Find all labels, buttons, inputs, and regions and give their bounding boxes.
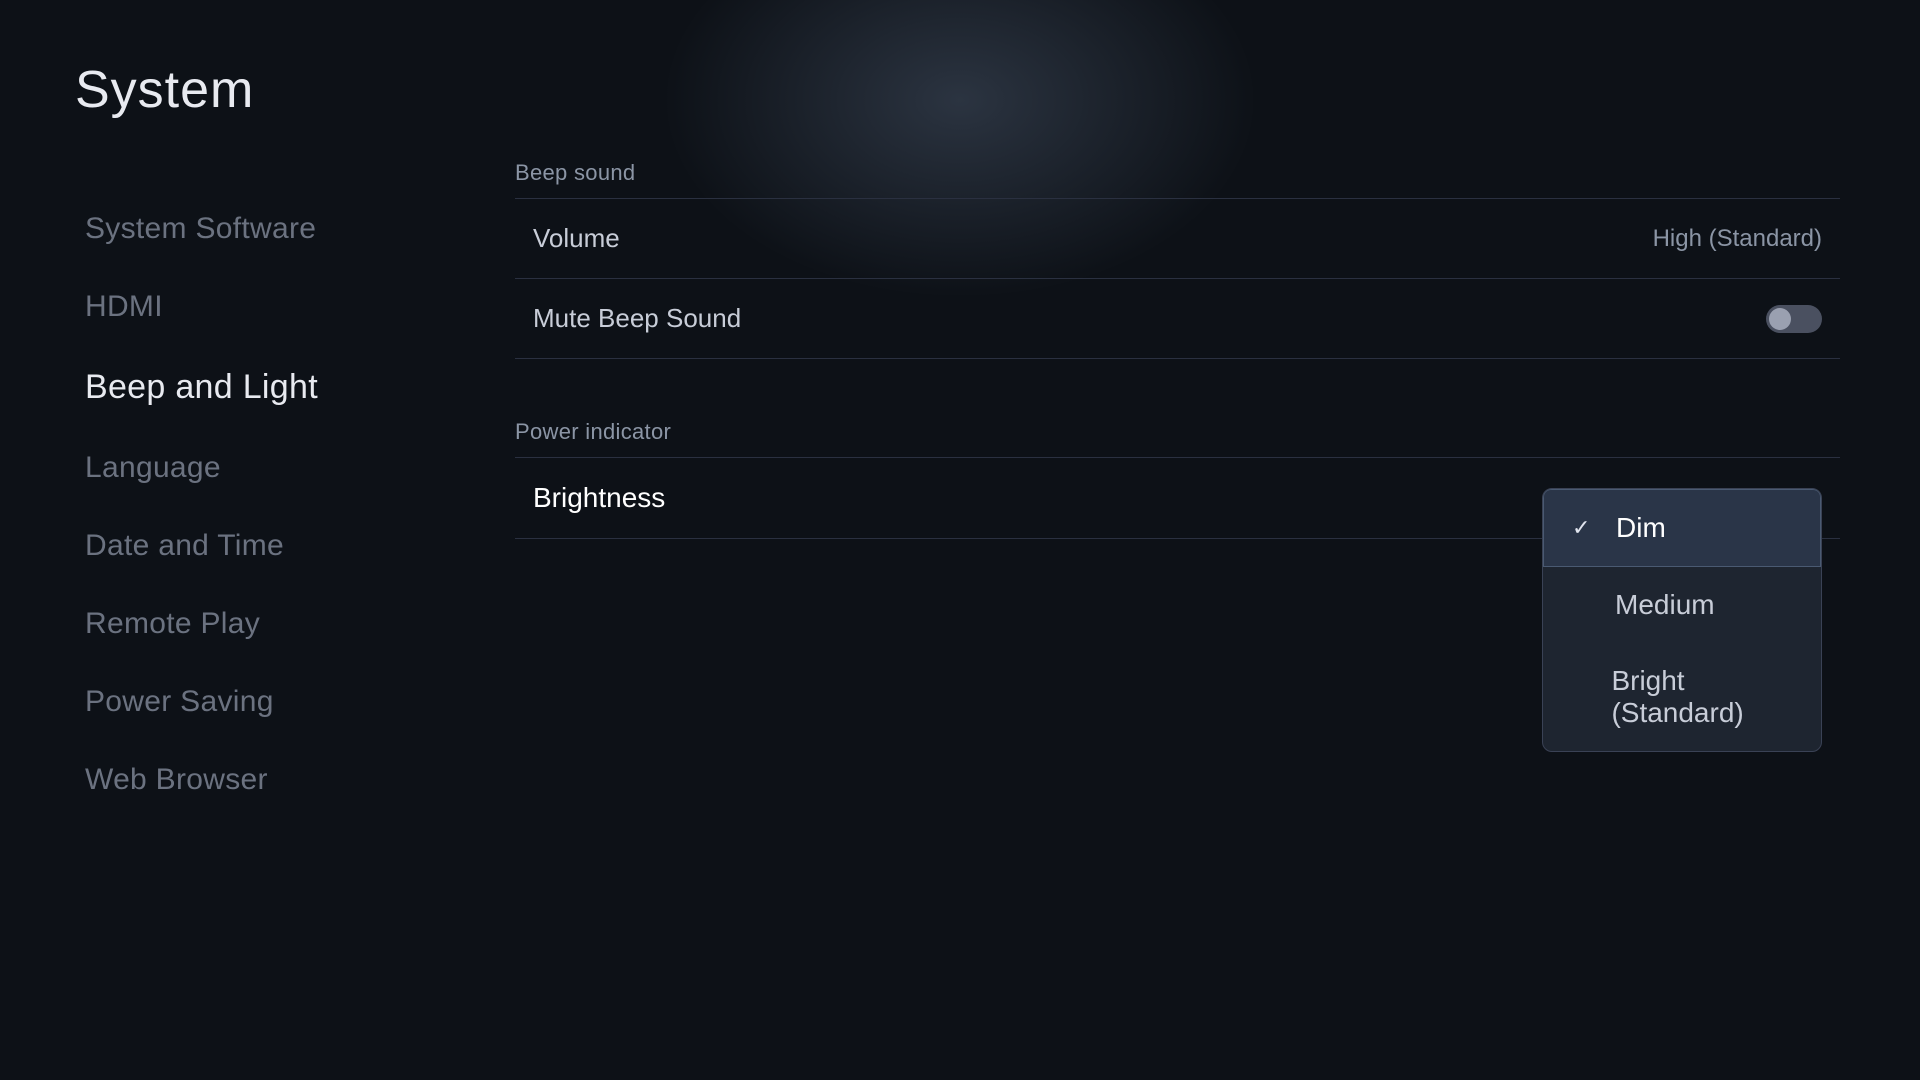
dropdown-item-bright-standard[interactable]: Bright (Standard) (1543, 643, 1821, 751)
sidebar: System Software HDMI Beep and Light Lang… (75, 190, 455, 1020)
beep-sound-list: Volume High (Standard) Mute Beep Sound (515, 198, 1840, 359)
brightness-label: Brightness (533, 482, 665, 514)
check-icon: ✓ (1572, 515, 1596, 541)
power-indicator-section: Power indicator Brightness ✓ Dim (515, 419, 1840, 539)
sidebar-item-beep-and-light[interactable]: Beep and Light (75, 346, 455, 429)
sidebar-item-language[interactable]: Language (75, 429, 455, 507)
brightness-dropdown-menu[interactable]: ✓ Dim Medium Bright (Standar (1542, 488, 1822, 752)
mute-beep-label: Mute Beep Sound (533, 303, 741, 334)
mute-beep-toggle[interactable] (1766, 305, 1822, 333)
dropdown-item-dim[interactable]: ✓ Dim (1543, 489, 1821, 567)
power-indicator-list: Brightness ✓ Dim Medium (515, 457, 1840, 539)
dropdown-bright-label: Bright (Standard) (1611, 665, 1793, 729)
brightness-row[interactable]: Brightness ✓ Dim Medium (515, 458, 1840, 539)
sidebar-item-hdmi[interactable]: HDMI (75, 268, 455, 346)
power-indicator-label: Power indicator (515, 419, 1840, 445)
volume-value: High (Standard) (1653, 225, 1822, 253)
sidebar-item-power-saving[interactable]: Power Saving (75, 663, 455, 741)
beep-sound-label: Beep sound (515, 160, 1840, 186)
mute-beep-row[interactable]: Mute Beep Sound (515, 279, 1840, 359)
beep-sound-section: Beep sound Volume High (Standard) Mute B… (515, 160, 1840, 359)
dropdown-item-medium[interactable]: Medium (1543, 567, 1821, 643)
page-title: System (75, 60, 254, 120)
dropdown-medium-label: Medium (1615, 589, 1715, 621)
volume-row[interactable]: Volume High (Standard) (515, 199, 1840, 279)
toggle-knob (1769, 308, 1791, 330)
main-content: Beep sound Volume High (Standard) Mute B… (515, 160, 1920, 1020)
sidebar-item-web-browser[interactable]: Web Browser (75, 741, 455, 819)
dropdown-dim-label: Dim (1616, 512, 1666, 544)
sidebar-item-system-software[interactable]: System Software (75, 190, 455, 268)
sidebar-item-remote-play[interactable]: Remote Play (75, 585, 455, 663)
sidebar-item-date-and-time[interactable]: Date and Time (75, 507, 455, 585)
volume-label: Volume (533, 223, 620, 254)
